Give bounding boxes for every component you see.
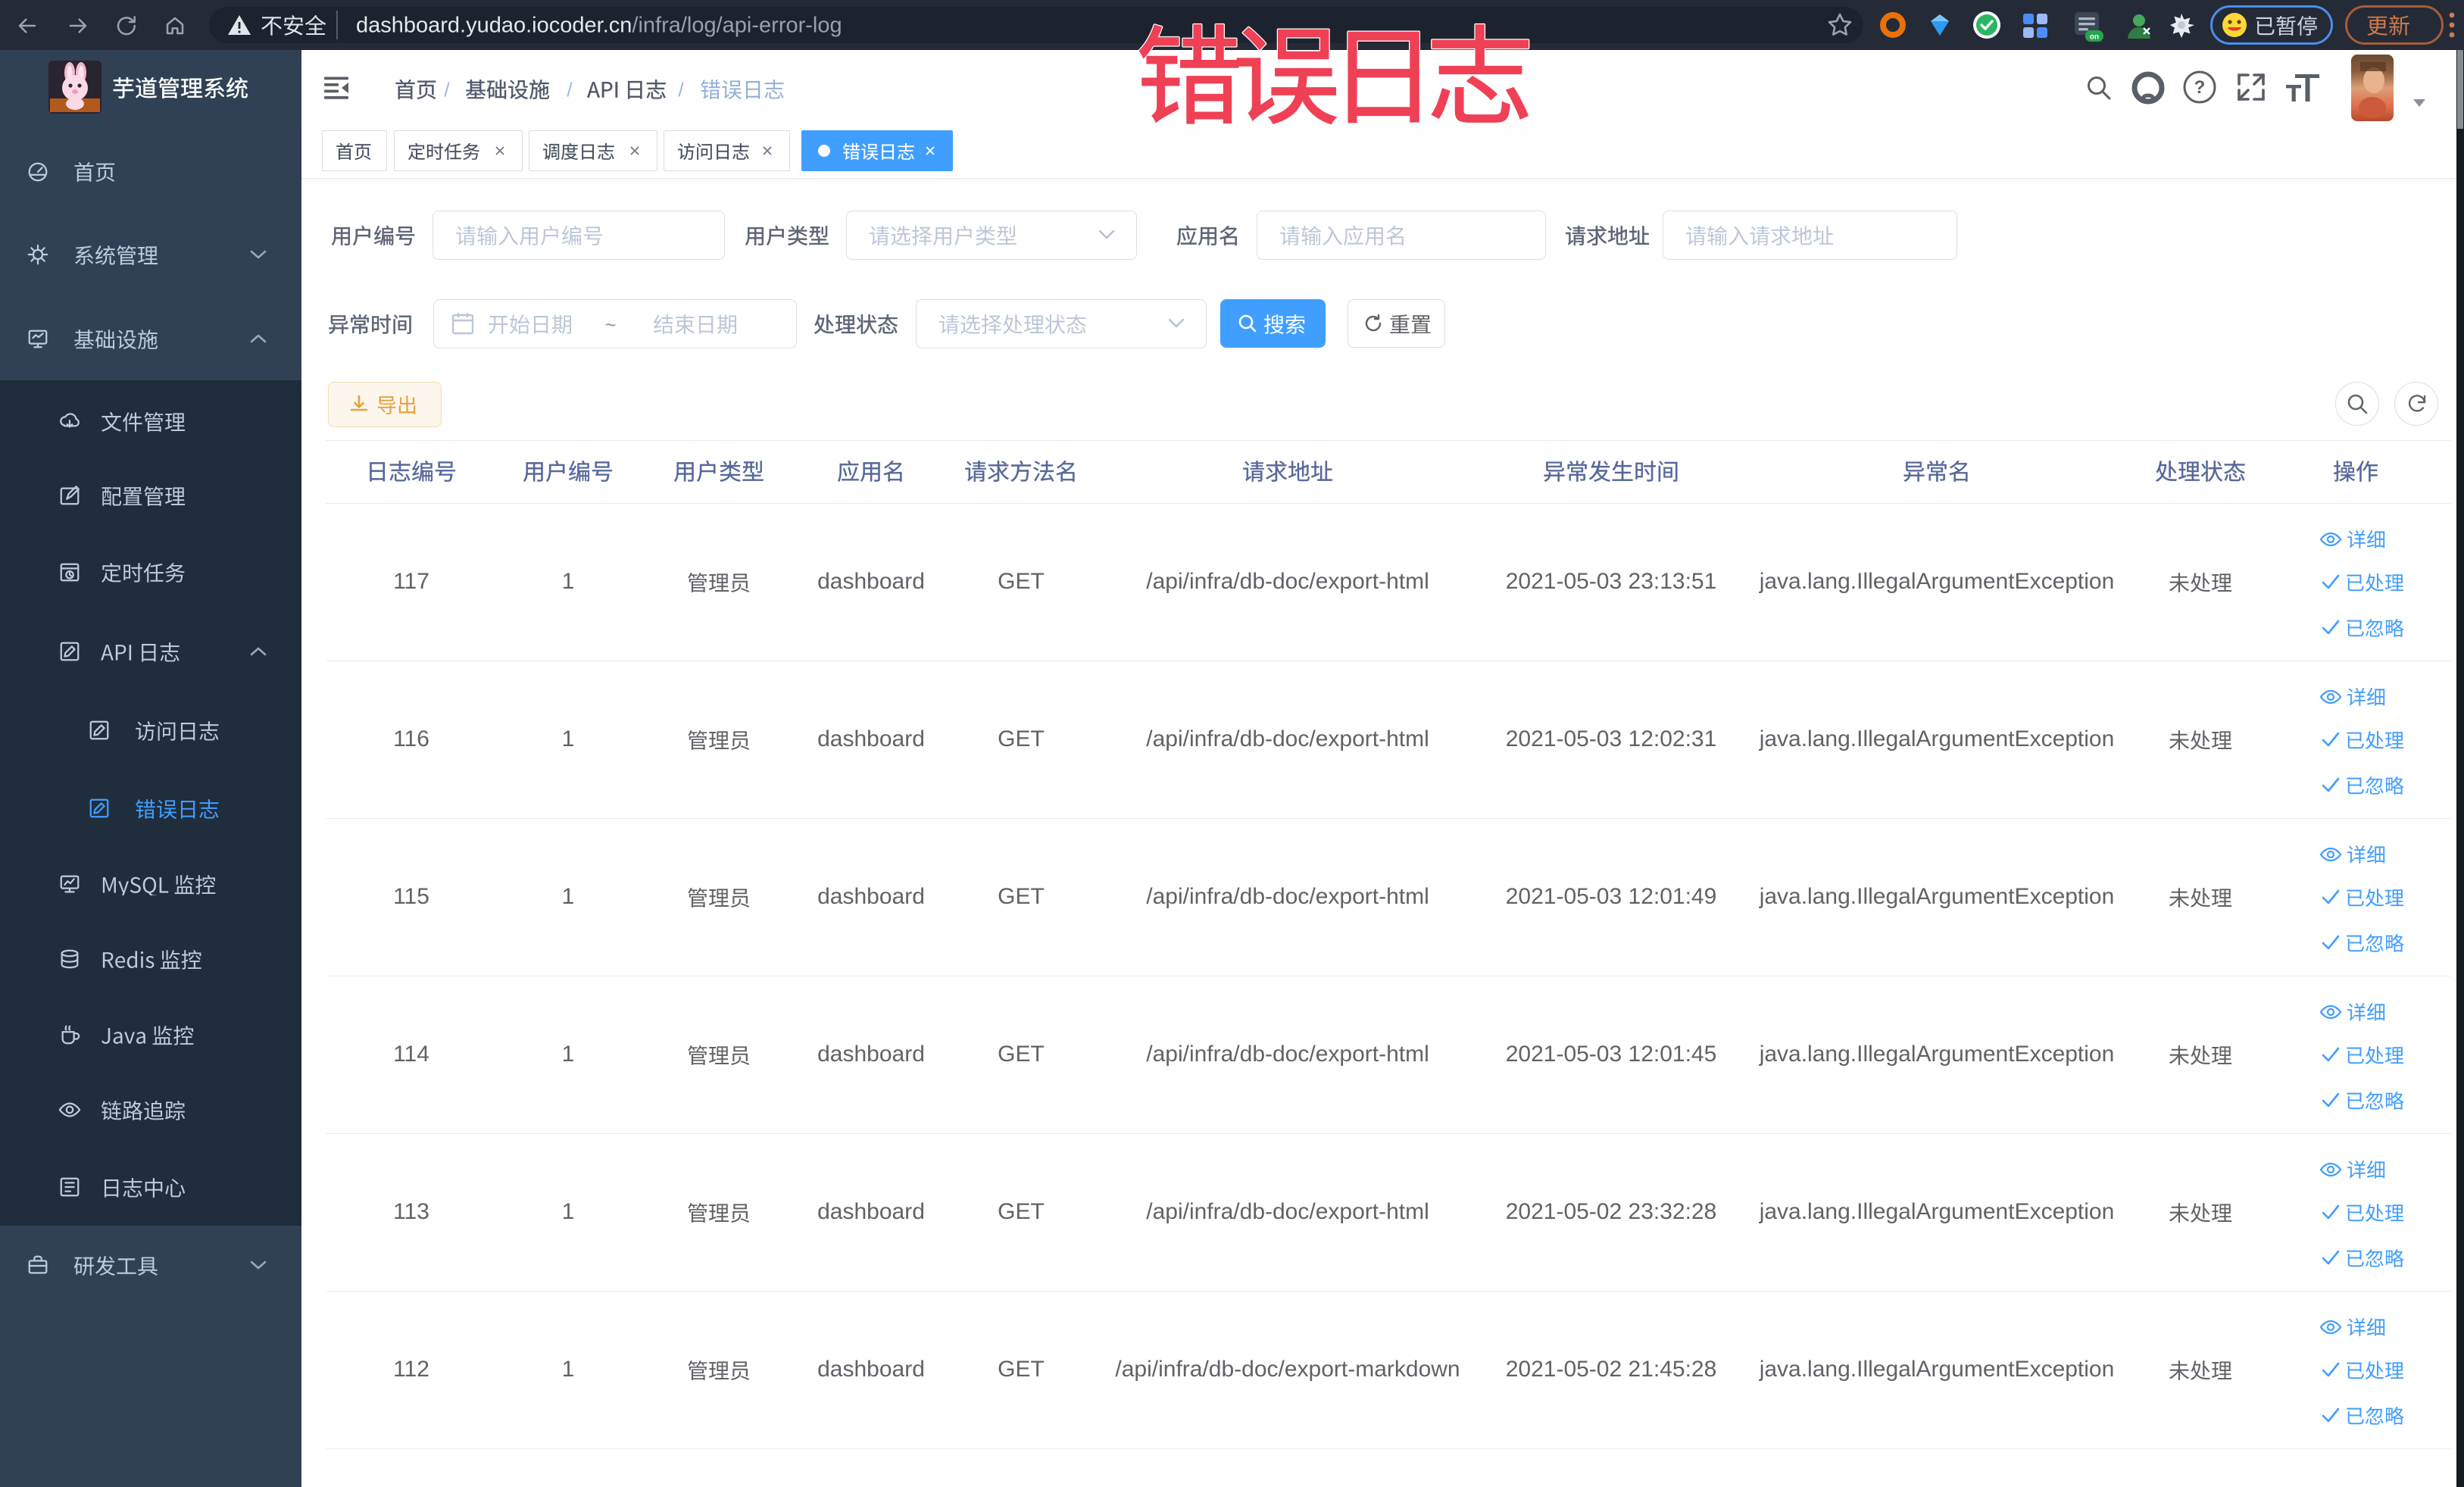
svg-text:?: ?: [2194, 77, 2206, 98]
svg-text:on: on: [2090, 33, 2099, 42]
